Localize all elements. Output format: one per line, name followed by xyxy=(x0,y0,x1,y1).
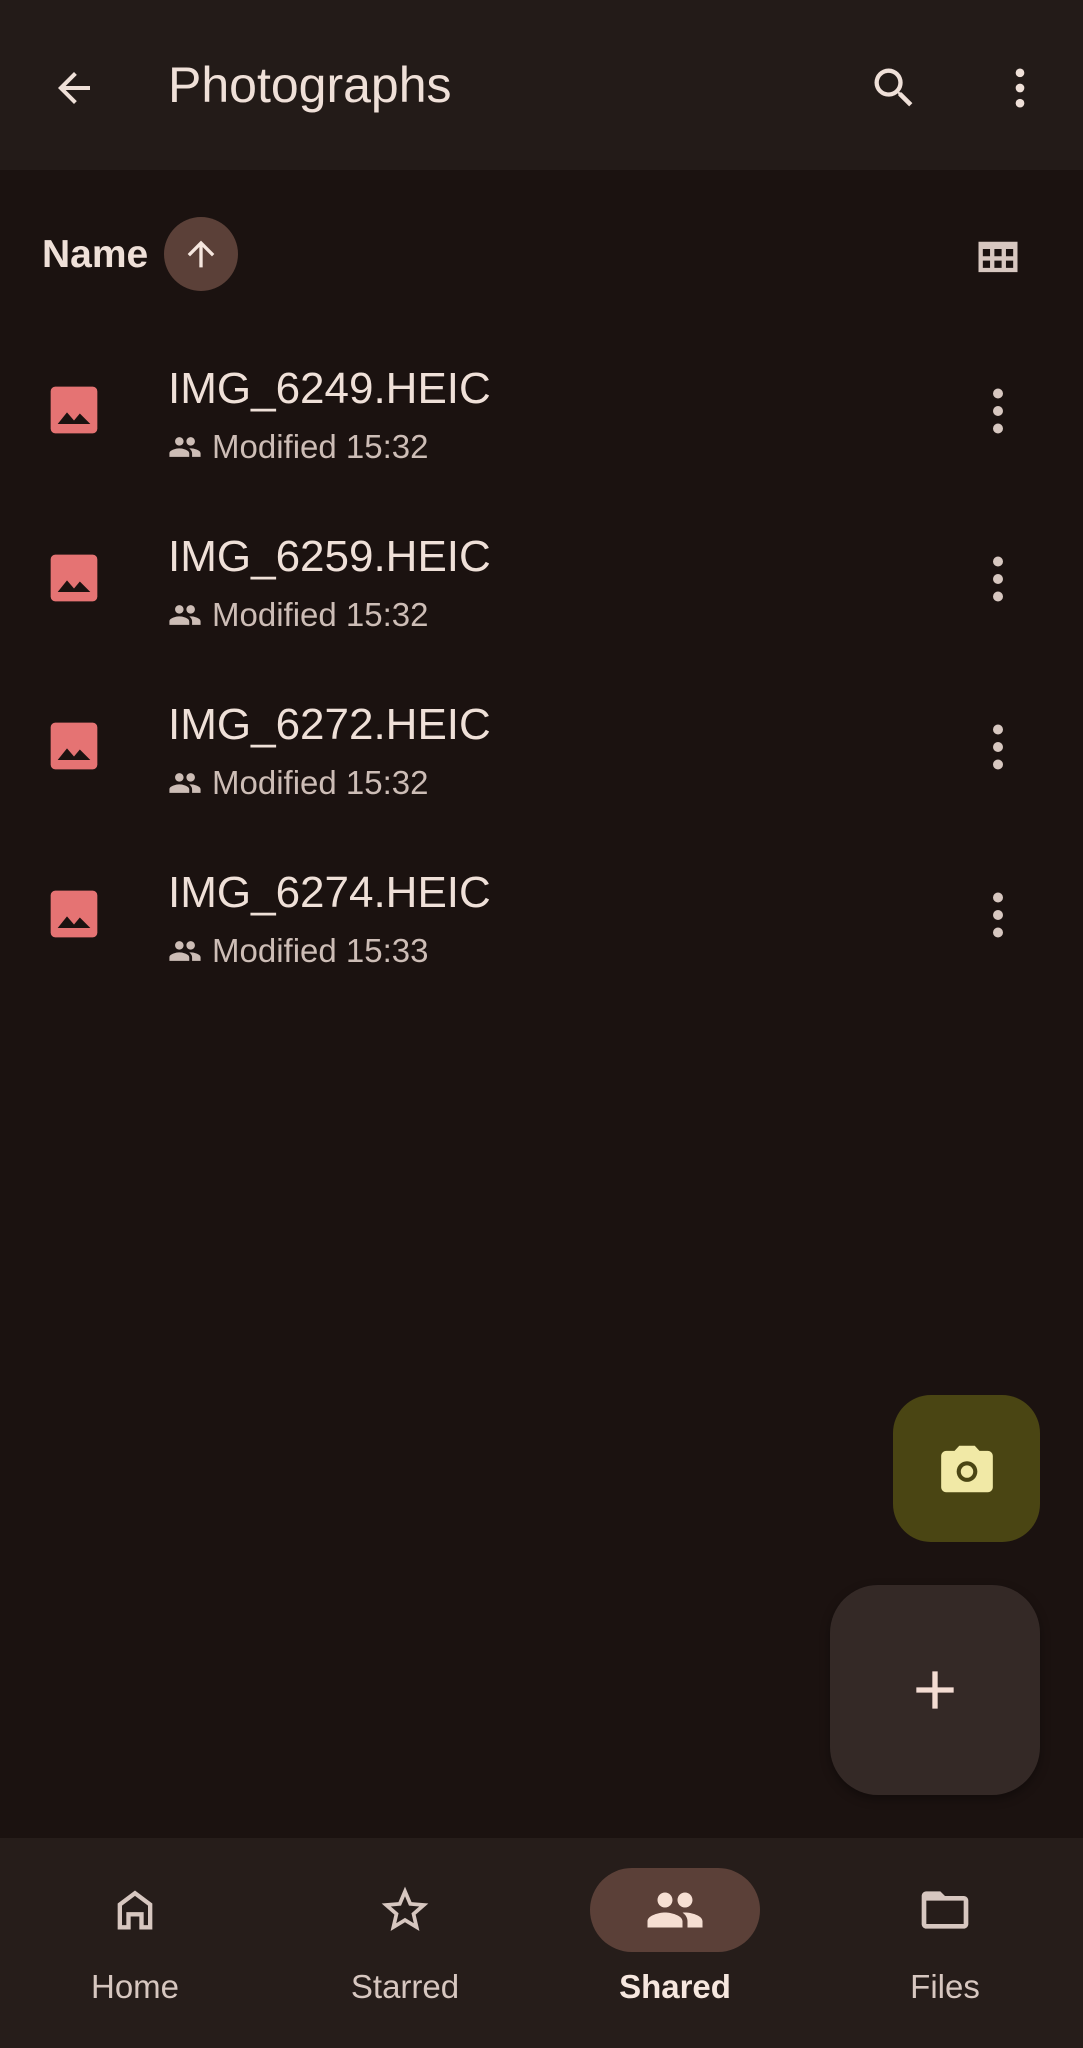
file-name: IMG_6249.HEIC xyxy=(168,364,491,413)
nav-item-shared[interactable]: Shared xyxy=(540,1838,810,2048)
nav-pill xyxy=(320,1868,490,1952)
file-row[interactable]: IMG_6249.HEIC Modified 15:32 xyxy=(0,332,1083,500)
nav-pill-active xyxy=(590,1868,760,1952)
file-row[interactable]: IMG_6274.HEIC Modified 15:33 xyxy=(0,836,1083,1004)
file-name: IMG_6272.HEIC xyxy=(168,700,491,749)
grid-view-button[interactable] xyxy=(960,219,1036,295)
camera-icon xyxy=(940,1445,993,1492)
nav-item-files[interactable]: Files xyxy=(810,1838,1080,2048)
shared-people-icon xyxy=(169,773,201,793)
plus-icon xyxy=(916,1671,954,1709)
modified-time: Modified 15:33 xyxy=(212,932,429,969)
back-button[interactable] xyxy=(38,52,110,124)
image-icon xyxy=(50,890,98,938)
nav-pill xyxy=(860,1868,1030,1952)
nav-label: Home xyxy=(90,1968,180,2005)
bottom-navigation: Home Starred Shared Files xyxy=(0,1838,1083,2048)
search-button[interactable] xyxy=(856,50,932,126)
nav-label: Starred xyxy=(350,1968,460,2005)
nav-item-home[interactable]: Home xyxy=(0,1838,270,2048)
more-vert-icon[interactable] xyxy=(968,546,1028,612)
search-icon xyxy=(874,68,913,107)
grid-view-icon xyxy=(978,241,1018,273)
overflow-menu-button[interactable] xyxy=(982,50,1058,126)
image-icon xyxy=(50,386,98,434)
file-row[interactable]: IMG_6272.HEIC Modified 15:32 xyxy=(0,668,1083,836)
nav-label: Shared xyxy=(619,1968,731,2005)
file-meta: Modified 15:33 xyxy=(168,930,428,972)
arrow-up-icon xyxy=(187,240,215,268)
modified-time: Modified 15:32 xyxy=(212,764,429,801)
image-icon xyxy=(50,722,98,770)
sort-label[interactable]: Name xyxy=(42,231,148,279)
more-vert-icon[interactable] xyxy=(968,714,1028,780)
page-title: Photographs xyxy=(168,57,452,113)
new-item-fab[interactable] xyxy=(830,1585,1040,1795)
file-row[interactable]: IMG_6259.HEIC Modified 15:32 xyxy=(0,500,1083,668)
star-icon xyxy=(381,1886,429,1931)
file-meta: Modified 15:32 xyxy=(168,426,428,468)
more-vert-icon[interactable] xyxy=(968,378,1028,444)
nav-pill xyxy=(50,1868,220,1952)
home-icon xyxy=(117,1890,153,1930)
people-icon xyxy=(647,1892,703,1928)
modified-time: Modified 15:32 xyxy=(212,596,429,633)
arrow-back-icon xyxy=(58,72,90,104)
image-icon xyxy=(50,554,98,602)
top-app-bar: Photographs xyxy=(0,0,1083,170)
shared-people-icon xyxy=(169,941,201,961)
shared-people-icon xyxy=(169,437,201,457)
nav-label: Files xyxy=(910,1968,980,2005)
sort-row: Name xyxy=(0,215,1083,295)
more-vert-icon[interactable] xyxy=(968,882,1028,948)
file-name: IMG_6274.HEIC xyxy=(168,868,491,917)
modified-time: Modified 15:32 xyxy=(212,428,429,465)
file-meta: Modified 15:32 xyxy=(168,594,428,636)
nav-item-starred[interactable]: Starred xyxy=(270,1838,540,2048)
more-vert-icon xyxy=(1015,68,1025,108)
folder-icon xyxy=(921,1891,969,1929)
file-meta: Modified 15:32 xyxy=(168,762,428,804)
file-name: IMG_6259.HEIC xyxy=(168,532,491,581)
sort-direction-button[interactable] xyxy=(164,217,238,291)
scan-camera-fab[interactable] xyxy=(893,1395,1040,1542)
shared-people-icon xyxy=(169,605,201,625)
